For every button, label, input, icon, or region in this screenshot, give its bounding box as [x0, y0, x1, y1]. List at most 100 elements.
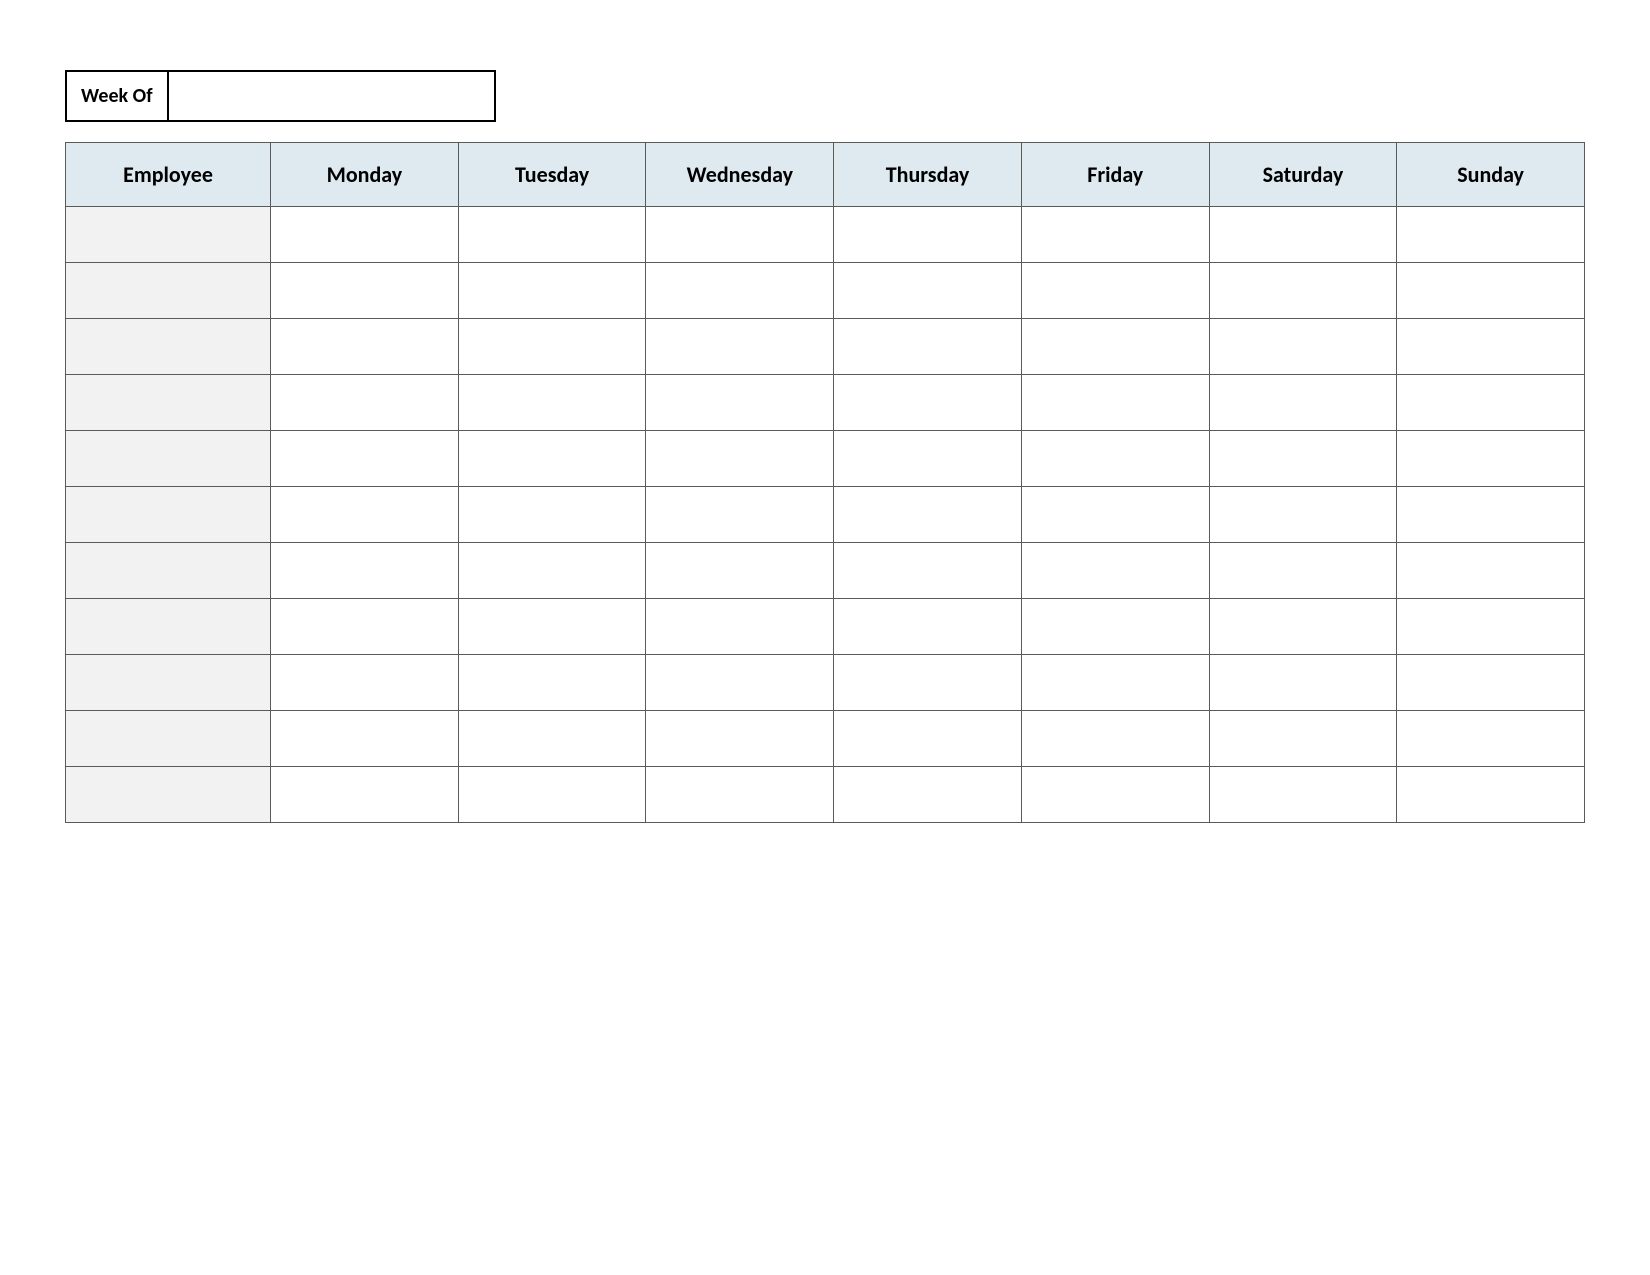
schedule-cell[interactable]: [1209, 207, 1397, 263]
employee-cell[interactable]: [66, 599, 271, 655]
employee-cell[interactable]: [66, 431, 271, 487]
schedule-cell[interactable]: [1021, 487, 1209, 543]
employee-cell[interactable]: [66, 375, 271, 431]
schedule-cell[interactable]: [646, 655, 834, 711]
schedule-cell[interactable]: [646, 711, 834, 767]
schedule-cell[interactable]: [1209, 767, 1397, 823]
employee-cell[interactable]: [66, 767, 271, 823]
header-employee: Employee: [66, 143, 271, 207]
schedule-cell[interactable]: [271, 431, 459, 487]
schedule-cell[interactable]: [1021, 767, 1209, 823]
employee-cell[interactable]: [66, 543, 271, 599]
schedule-cell[interactable]: [458, 543, 646, 599]
employee-cell[interactable]: [66, 263, 271, 319]
schedule-cell[interactable]: [1021, 711, 1209, 767]
schedule-cell[interactable]: [271, 263, 459, 319]
schedule-cell[interactable]: [834, 655, 1022, 711]
schedule-cell[interactable]: [1209, 319, 1397, 375]
schedule-cell[interactable]: [834, 711, 1022, 767]
schedule-cell[interactable]: [271, 767, 459, 823]
schedule-cell[interactable]: [1209, 375, 1397, 431]
schedule-cell[interactable]: [458, 711, 646, 767]
schedule-cell[interactable]: [1209, 711, 1397, 767]
schedule-cell[interactable]: [1397, 543, 1585, 599]
employee-cell[interactable]: [66, 655, 271, 711]
schedule-cell[interactable]: [1397, 711, 1585, 767]
header-wednesday: Wednesday: [646, 143, 834, 207]
schedule-cell[interactable]: [834, 487, 1022, 543]
schedule-cell[interactable]: [646, 263, 834, 319]
schedule-cell[interactable]: [271, 319, 459, 375]
schedule-cell[interactable]: [271, 487, 459, 543]
schedule-cell[interactable]: [834, 375, 1022, 431]
schedule-cell[interactable]: [1397, 431, 1585, 487]
schedule-cell[interactable]: [1397, 599, 1585, 655]
schedule-cell[interactable]: [1021, 319, 1209, 375]
schedule-cell[interactable]: [1209, 263, 1397, 319]
schedule-cell[interactable]: [1021, 207, 1209, 263]
schedule-cell[interactable]: [1397, 487, 1585, 543]
schedule-cell[interactable]: [271, 711, 459, 767]
employee-cell[interactable]: [66, 207, 271, 263]
schedule-cell[interactable]: [458, 431, 646, 487]
employee-cell[interactable]: [66, 487, 271, 543]
schedule-cell[interactable]: [1397, 263, 1585, 319]
employee-cell[interactable]: [66, 319, 271, 375]
schedule-cell[interactable]: [646, 599, 834, 655]
schedule-cell[interactable]: [1209, 599, 1397, 655]
schedule-cell[interactable]: [646, 487, 834, 543]
week-of-input[interactable]: [169, 72, 494, 120]
week-of-label: Week Of: [67, 72, 169, 120]
schedule-cell[interactable]: [1397, 767, 1585, 823]
schedule-cell[interactable]: [834, 263, 1022, 319]
schedule-cell[interactable]: [458, 599, 646, 655]
schedule-cell[interactable]: [646, 767, 834, 823]
schedule-cell[interactable]: [271, 375, 459, 431]
schedule-cell[interactable]: [1021, 431, 1209, 487]
schedule-cell[interactable]: [1021, 263, 1209, 319]
schedule-cell[interactable]: [646, 375, 834, 431]
schedule-cell[interactable]: [458, 655, 646, 711]
schedule-cell[interactable]: [1397, 319, 1585, 375]
schedule-cell[interactable]: [646, 319, 834, 375]
schedule-cell[interactable]: [834, 767, 1022, 823]
employee-cell[interactable]: [66, 711, 271, 767]
schedule-cell[interactable]: [1209, 431, 1397, 487]
schedule-cell[interactable]: [458, 487, 646, 543]
schedule-cell[interactable]: [1397, 207, 1585, 263]
schedule-cell[interactable]: [646, 431, 834, 487]
schedule-cell[interactable]: [1021, 655, 1209, 711]
schedule-cell[interactable]: [1021, 543, 1209, 599]
schedule-cell[interactable]: [1397, 375, 1585, 431]
table-row: [66, 543, 1585, 599]
schedule-cell[interactable]: [1397, 655, 1585, 711]
schedule-table: Employee Monday Tuesday Wednesday Thursd…: [65, 142, 1585, 823]
schedule-cell[interactable]: [458, 375, 646, 431]
schedule-cell[interactable]: [1209, 487, 1397, 543]
schedule-cell[interactable]: [458, 767, 646, 823]
schedule-cell[interactable]: [271, 599, 459, 655]
schedule-cell[interactable]: [458, 319, 646, 375]
schedule-cell[interactable]: [271, 207, 459, 263]
header-thursday: Thursday: [834, 143, 1022, 207]
schedule-cell[interactable]: [834, 319, 1022, 375]
header-sunday: Sunday: [1397, 143, 1585, 207]
schedule-cell[interactable]: [834, 599, 1022, 655]
schedule-cell[interactable]: [834, 543, 1022, 599]
table-row: [66, 431, 1585, 487]
schedule-cell[interactable]: [458, 207, 646, 263]
schedule-cell[interactable]: [1021, 375, 1209, 431]
schedule-cell[interactable]: [834, 431, 1022, 487]
schedule-cell[interactable]: [271, 543, 459, 599]
schedule-cell[interactable]: [646, 543, 834, 599]
schedule-cell[interactable]: [1209, 543, 1397, 599]
schedule-cell[interactable]: [271, 655, 459, 711]
schedule-cell[interactable]: [458, 263, 646, 319]
table-row: [66, 599, 1585, 655]
schedule-cell[interactable]: [834, 207, 1022, 263]
table-row: [66, 711, 1585, 767]
schedule-cell[interactable]: [646, 207, 834, 263]
schedule-cell[interactable]: [1021, 599, 1209, 655]
table-row: [66, 487, 1585, 543]
schedule-cell[interactable]: [1209, 655, 1397, 711]
